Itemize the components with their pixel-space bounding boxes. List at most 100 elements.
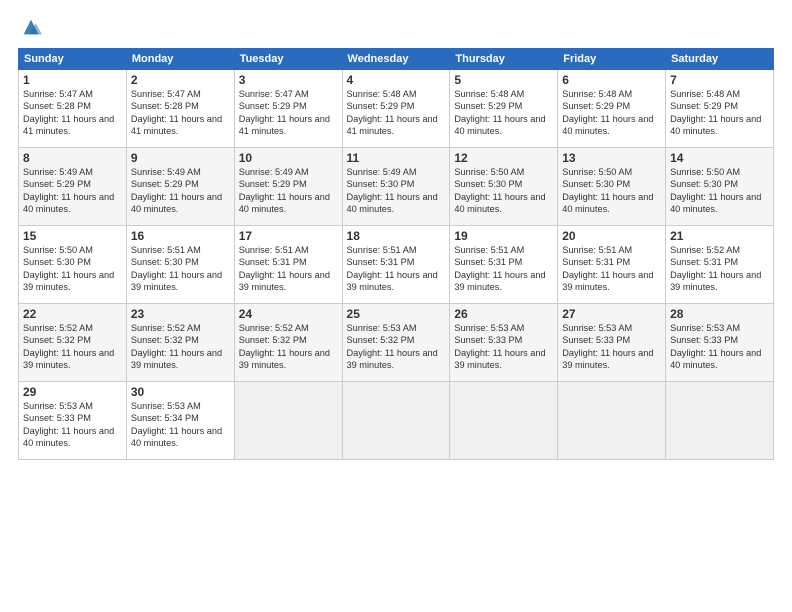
day-number: 2 <box>131 73 230 87</box>
day-cell-26: 26Sunrise: 5:53 AMSunset: 5:33 PMDayligh… <box>450 304 558 382</box>
week-row-2: 8Sunrise: 5:49 AMSunset: 5:29 PMDaylight… <box>19 148 774 226</box>
day-info: Sunrise: 5:51 AMSunset: 5:31 PMDaylight:… <box>239 244 338 294</box>
day-cell-29: 29Sunrise: 5:53 AMSunset: 5:33 PMDayligh… <box>19 382 127 460</box>
day-info: Sunrise: 5:49 AMSunset: 5:29 PMDaylight:… <box>131 166 230 216</box>
day-info: Sunrise: 5:49 AMSunset: 5:30 PMDaylight:… <box>347 166 446 216</box>
empty-cell <box>234 382 342 460</box>
day-number: 28 <box>670 307 769 321</box>
day-number: 22 <box>23 307 122 321</box>
day-cell-15: 15Sunrise: 5:50 AMSunset: 5:30 PMDayligh… <box>19 226 127 304</box>
day-info: Sunrise: 5:52 AMSunset: 5:32 PMDaylight:… <box>23 322 122 372</box>
day-cell-10: 10Sunrise: 5:49 AMSunset: 5:29 PMDayligh… <box>234 148 342 226</box>
day-cell-28: 28Sunrise: 5:53 AMSunset: 5:33 PMDayligh… <box>666 304 774 382</box>
day-number: 1 <box>23 73 122 87</box>
day-number: 16 <box>131 229 230 243</box>
day-number: 23 <box>131 307 230 321</box>
day-cell-18: 18Sunrise: 5:51 AMSunset: 5:31 PMDayligh… <box>342 226 450 304</box>
day-info: Sunrise: 5:52 AMSunset: 5:32 PMDaylight:… <box>239 322 338 372</box>
col-header-saturday: Saturday <box>666 49 774 70</box>
day-info: Sunrise: 5:47 AMSunset: 5:28 PMDaylight:… <box>23 88 122 138</box>
empty-cell <box>450 382 558 460</box>
day-number: 14 <box>670 151 769 165</box>
logo-icon <box>20 16 42 38</box>
day-info: Sunrise: 5:51 AMSunset: 5:30 PMDaylight:… <box>131 244 230 294</box>
day-info: Sunrise: 5:53 AMSunset: 5:33 PMDaylight:… <box>23 400 122 450</box>
day-number: 17 <box>239 229 338 243</box>
day-cell-5: 5Sunrise: 5:48 AMSunset: 5:29 PMDaylight… <box>450 70 558 148</box>
empty-cell <box>558 382 666 460</box>
day-number: 24 <box>239 307 338 321</box>
day-cell-30: 30Sunrise: 5:53 AMSunset: 5:34 PMDayligh… <box>126 382 234 460</box>
day-cell-27: 27Sunrise: 5:53 AMSunset: 5:33 PMDayligh… <box>558 304 666 382</box>
day-number: 18 <box>347 229 446 243</box>
day-info: Sunrise: 5:53 AMSunset: 5:33 PMDaylight:… <box>562 322 661 372</box>
header <box>18 16 774 38</box>
day-number: 9 <box>131 151 230 165</box>
day-number: 21 <box>670 229 769 243</box>
day-number: 8 <box>23 151 122 165</box>
week-row-5: 29Sunrise: 5:53 AMSunset: 5:33 PMDayligh… <box>19 382 774 460</box>
day-cell-25: 25Sunrise: 5:53 AMSunset: 5:32 PMDayligh… <box>342 304 450 382</box>
day-number: 25 <box>347 307 446 321</box>
day-info: Sunrise: 5:53 AMSunset: 5:33 PMDaylight:… <box>670 322 769 372</box>
col-header-tuesday: Tuesday <box>234 49 342 70</box>
empty-cell <box>666 382 774 460</box>
day-cell-3: 3Sunrise: 5:47 AMSunset: 5:29 PMDaylight… <box>234 70 342 148</box>
day-info: Sunrise: 5:50 AMSunset: 5:30 PMDaylight:… <box>23 244 122 294</box>
day-cell-14: 14Sunrise: 5:50 AMSunset: 5:30 PMDayligh… <box>666 148 774 226</box>
col-header-monday: Monday <box>126 49 234 70</box>
day-info: Sunrise: 5:49 AMSunset: 5:29 PMDaylight:… <box>23 166 122 216</box>
day-number: 3 <box>239 73 338 87</box>
day-info: Sunrise: 5:48 AMSunset: 5:29 PMDaylight:… <box>454 88 553 138</box>
week-row-4: 22Sunrise: 5:52 AMSunset: 5:32 PMDayligh… <box>19 304 774 382</box>
day-cell-19: 19Sunrise: 5:51 AMSunset: 5:31 PMDayligh… <box>450 226 558 304</box>
day-info: Sunrise: 5:47 AMSunset: 5:28 PMDaylight:… <box>131 88 230 138</box>
day-cell-6: 6Sunrise: 5:48 AMSunset: 5:29 PMDaylight… <box>558 70 666 148</box>
day-info: Sunrise: 5:53 AMSunset: 5:33 PMDaylight:… <box>454 322 553 372</box>
day-cell-13: 13Sunrise: 5:50 AMSunset: 5:30 PMDayligh… <box>558 148 666 226</box>
day-number: 27 <box>562 307 661 321</box>
day-cell-1: 1Sunrise: 5:47 AMSunset: 5:28 PMDaylight… <box>19 70 127 148</box>
week-row-1: 1Sunrise: 5:47 AMSunset: 5:28 PMDaylight… <box>19 70 774 148</box>
day-cell-11: 11Sunrise: 5:49 AMSunset: 5:30 PMDayligh… <box>342 148 450 226</box>
day-info: Sunrise: 5:51 AMSunset: 5:31 PMDaylight:… <box>347 244 446 294</box>
day-cell-7: 7Sunrise: 5:48 AMSunset: 5:29 PMDaylight… <box>666 70 774 148</box>
col-header-wednesday: Wednesday <box>342 49 450 70</box>
day-info: Sunrise: 5:53 AMSunset: 5:34 PMDaylight:… <box>131 400 230 450</box>
day-number: 30 <box>131 385 230 399</box>
day-info: Sunrise: 5:53 AMSunset: 5:32 PMDaylight:… <box>347 322 446 372</box>
day-number: 6 <box>562 73 661 87</box>
day-number: 12 <box>454 151 553 165</box>
day-number: 5 <box>454 73 553 87</box>
day-cell-8: 8Sunrise: 5:49 AMSunset: 5:29 PMDaylight… <box>19 148 127 226</box>
empty-cell <box>342 382 450 460</box>
day-number: 15 <box>23 229 122 243</box>
day-cell-20: 20Sunrise: 5:51 AMSunset: 5:31 PMDayligh… <box>558 226 666 304</box>
day-info: Sunrise: 5:48 AMSunset: 5:29 PMDaylight:… <box>562 88 661 138</box>
day-info: Sunrise: 5:47 AMSunset: 5:29 PMDaylight:… <box>239 88 338 138</box>
day-cell-9: 9Sunrise: 5:49 AMSunset: 5:29 PMDaylight… <box>126 148 234 226</box>
day-number: 7 <box>670 73 769 87</box>
day-info: Sunrise: 5:52 AMSunset: 5:31 PMDaylight:… <box>670 244 769 294</box>
day-cell-22: 22Sunrise: 5:52 AMSunset: 5:32 PMDayligh… <box>19 304 127 382</box>
col-header-thursday: Thursday <box>450 49 558 70</box>
day-number: 29 <box>23 385 122 399</box>
day-number: 4 <box>347 73 446 87</box>
day-cell-21: 21Sunrise: 5:52 AMSunset: 5:31 PMDayligh… <box>666 226 774 304</box>
day-info: Sunrise: 5:48 AMSunset: 5:29 PMDaylight:… <box>670 88 769 138</box>
day-info: Sunrise: 5:51 AMSunset: 5:31 PMDaylight:… <box>454 244 553 294</box>
day-number: 20 <box>562 229 661 243</box>
day-info: Sunrise: 5:49 AMSunset: 5:29 PMDaylight:… <box>239 166 338 216</box>
logo <box>18 16 42 38</box>
calendar-table: SundayMondayTuesdayWednesdayThursdayFrid… <box>18 48 774 460</box>
day-info: Sunrise: 5:50 AMSunset: 5:30 PMDaylight:… <box>670 166 769 216</box>
day-cell-4: 4Sunrise: 5:48 AMSunset: 5:29 PMDaylight… <box>342 70 450 148</box>
week-row-3: 15Sunrise: 5:50 AMSunset: 5:30 PMDayligh… <box>19 226 774 304</box>
day-cell-12: 12Sunrise: 5:50 AMSunset: 5:30 PMDayligh… <box>450 148 558 226</box>
col-header-friday: Friday <box>558 49 666 70</box>
day-info: Sunrise: 5:48 AMSunset: 5:29 PMDaylight:… <box>347 88 446 138</box>
day-info: Sunrise: 5:50 AMSunset: 5:30 PMDaylight:… <box>454 166 553 216</box>
page: SundayMondayTuesdayWednesdayThursdayFrid… <box>0 0 792 612</box>
day-cell-23: 23Sunrise: 5:52 AMSunset: 5:32 PMDayligh… <box>126 304 234 382</box>
day-info: Sunrise: 5:50 AMSunset: 5:30 PMDaylight:… <box>562 166 661 216</box>
